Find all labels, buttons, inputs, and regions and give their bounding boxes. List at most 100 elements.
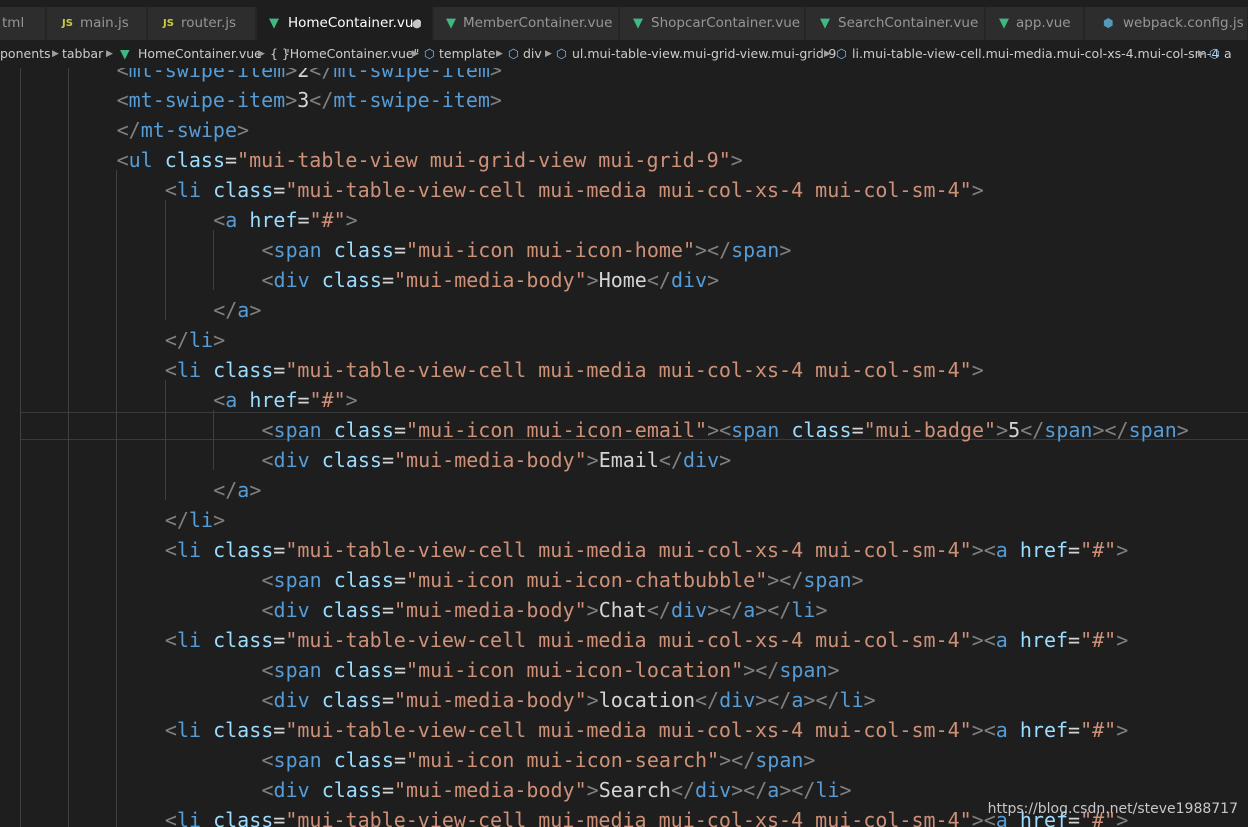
code-token: 3 (297, 88, 310, 112)
code-token: "#" (1080, 718, 1117, 742)
code-line[interactable]: <div class="mui-media-body">Email</div> (262, 445, 732, 475)
code-line[interactable]: <li class="mui-table-view-cell mui-media… (165, 625, 1128, 655)
code-token: li (815, 778, 840, 802)
code-line[interactable]: <mt-swipe-item>2</mt-swipe-item> (117, 68, 502, 85)
tab-label: main.js (80, 15, 129, 31)
code-line[interactable]: </li> (165, 325, 225, 355)
code-token: > (249, 298, 262, 322)
code-token: > (803, 748, 816, 772)
code-token: "mui-icon mui-icon-chatbubble" (406, 568, 768, 592)
tab-shopcar-container[interactable]: ▼ ShopcarContainer.vue (620, 7, 805, 40)
tab-label: HomeContainer.vue (288, 15, 422, 31)
code-line[interactable]: <li class="mui-table-view-cell mui-media… (165, 715, 1128, 745)
breadcrumb-item[interactable]: ul.mui-table-view.mui-grid-view.mui-grid… (572, 40, 836, 68)
code-token: 2 (297, 68, 310, 82)
breadcrumb-item[interactable]: "HomeContainer.vue" (284, 40, 419, 68)
code-token: Search (598, 778, 671, 802)
code-line[interactable]: <mt-swipe-item>3</mt-swipe-item> (117, 85, 502, 115)
code-line[interactable]: <span class="mui-icon mui-icon-location"… (262, 655, 840, 685)
code-token: li (176, 538, 202, 562)
tab-home-container[interactable]: ▼ HomeContainer.vue ● (257, 7, 433, 40)
breadcrumb-item[interactable]: div (523, 40, 542, 68)
code-line[interactable]: <a href="#"> (213, 385, 358, 415)
breadcrumb-item[interactable]: template (439, 40, 495, 68)
code-token: = (297, 388, 310, 412)
code-line[interactable]: <span class="mui-icon mui-icon-home"></s… (262, 235, 792, 265)
code-token: span (731, 238, 780, 262)
code-token: class (333, 418, 394, 442)
code-token: > (1116, 628, 1129, 652)
breadcrumb-item[interactable]: a (1224, 40, 1232, 68)
code-line[interactable]: <li class="mui-table-view-cell mui-media… (165, 175, 984, 205)
tab-router-js[interactable]: JS router.js (148, 7, 256, 40)
code-token: ></ (755, 688, 792, 712)
code-line[interactable]: </mt-swipe> (117, 115, 249, 145)
tab-label: SearchContainer.vue (838, 15, 979, 31)
code-token: "#" (1080, 538, 1117, 562)
code-token: = (393, 238, 407, 262)
code-line[interactable]: <div class="mui-media-body">Chat</div></… (262, 595, 828, 625)
code-line[interactable]: <div class="mui-media-body">location</di… (262, 685, 876, 715)
code-token: < (261, 418, 274, 442)
code-token: "mui-media-body" (393, 598, 587, 622)
vue-icon: ▼ (446, 16, 456, 31)
code-line[interactable]: </li> (165, 505, 225, 535)
breadcrumb-item[interactable]: tabbar (62, 40, 103, 68)
code-token: class (213, 808, 274, 827)
tab-member-container[interactable]: ▼ MemberContainer.vue (434, 7, 619, 40)
unsaved-dot-icon[interactable]: ● (412, 7, 422, 40)
code-token: "mui-media-body" (393, 778, 587, 802)
tab-html[interactable]: tml (0, 7, 46, 40)
code-token: = (393, 748, 407, 772)
code-token: > (707, 268, 720, 292)
code-line[interactable]: <span class="mui-icon mui-icon-search"><… (262, 745, 816, 775)
code-line[interactable]: </a> (213, 295, 261, 325)
code-token: span (1128, 418, 1177, 442)
code-token: = (381, 778, 394, 802)
code-token: < (164, 718, 177, 742)
code-line[interactable]: <span class="mui-icon mui-icon-chatbubbl… (262, 565, 864, 595)
tab-app-vue[interactable]: ▼ app.vue (986, 7, 1084, 40)
code-token: div (695, 778, 732, 802)
code-line[interactable]: <a href="#"> (213, 205, 358, 235)
code-token: = (381, 268, 394, 292)
code-token: div (273, 448, 310, 472)
code-token: a (237, 478, 250, 502)
code-token: >< (971, 538, 996, 562)
breadcrumb-item[interactable]: ponents (0, 40, 51, 68)
breadcrumb-item[interactable]: li.mui-table-view-cell.mui-media.mui-col… (852, 40, 1219, 68)
code-line[interactable]: <li class="mui-table-view-cell mui-media… (165, 535, 1128, 565)
watermark: https://blog.csdn.net/steve1988717 (987, 801, 1238, 817)
vue-icon: ▼ (633, 16, 643, 31)
code-token: > (719, 448, 732, 472)
tab-webpack-config[interactable]: ⬢ webpack.config.js (1085, 7, 1248, 40)
vue-icon: ▼ (269, 16, 279, 31)
code-line[interactable]: <div class="mui-media-body">Home</div> (262, 265, 720, 295)
code-line[interactable]: <li class="mui-table-view-cell mui-media… (165, 355, 984, 385)
tab-main-js[interactable]: JS main.js (47, 7, 147, 40)
code-line[interactable]: <span class="mui-icon mui-icon-email"><s… (262, 415, 1189, 445)
code-editor[interactable]: <mt-swipe-item>2</mt-swipe-item> <mt-swip… (0, 68, 1248, 827)
chevron-right-icon: ▶ (496, 49, 503, 59)
code-token: < (164, 358, 177, 382)
tab-search-container[interactable]: ▼ SearchContainer.vue (806, 7, 985, 40)
code-token: div (273, 778, 310, 802)
code-token: > (779, 238, 792, 262)
code-token: > (345, 208, 358, 232)
code-line[interactable]: <div class="mui-media-body">Search</div>… (262, 775, 852, 805)
breadcrumb-item[interactable]: HomeContainer.vue (138, 40, 262, 68)
code-token: Email (598, 448, 659, 472)
code-line[interactable]: </a> (213, 475, 261, 505)
code-token: </ (309, 88, 334, 112)
code-line[interactable]: <ul class="mui-table-view mui-grid-view … (117, 145, 743, 175)
code-token: ></ (731, 778, 768, 802)
indent-guide (116, 170, 117, 827)
code-token: < (116, 68, 129, 82)
code-line[interactable]: <li class="mui-table-view-cell mui-media… (165, 805, 1128, 827)
